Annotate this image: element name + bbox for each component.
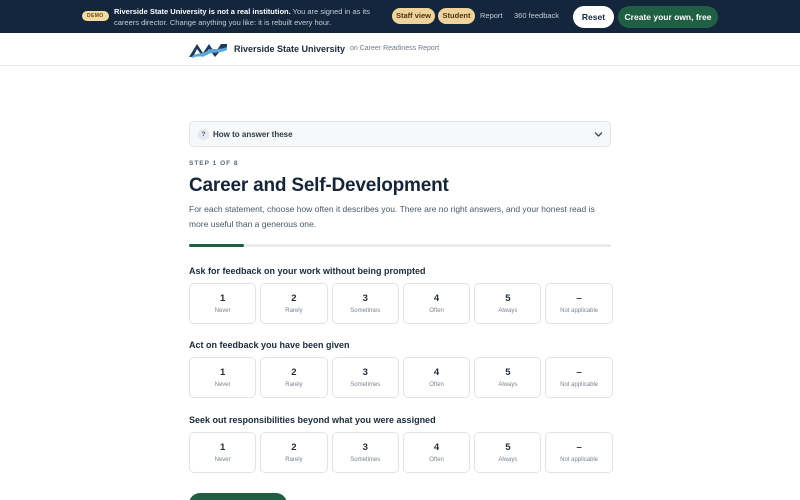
rating-options: 1 Never 2 Rarely 3 Sometimes 4 Often 5 Always… <box>189 432 613 473</box>
progress-fill <box>189 244 244 247</box>
option-value: 4 <box>433 367 440 378</box>
option-label: Never <box>214 457 231 463</box>
option-label: Never <box>214 308 231 314</box>
university-logo-icon[interactable] <box>189 41 227 58</box>
rating-option-4[interactable]: 4 Often <box>402 357 471 398</box>
question-text: Ask for feedback on your work without be… <box>189 266 426 276</box>
how-to-answer-accordion[interactable]: ? How to answer these <box>189 121 611 147</box>
option-value: 1 <box>220 293 226 304</box>
option-label: Often <box>429 382 444 388</box>
rating-option-3[interactable]: 3 Sometimes <box>331 357 399 398</box>
demo-banner: DEMO Riverside State University is not a… <box>0 0 800 33</box>
page-title: Career and Self-Development <box>189 175 449 196</box>
option-value: 2 <box>291 442 297 453</box>
option-value: 2 <box>291 367 297 378</box>
question-text: Act on feedback you have been given <box>189 340 350 350</box>
option-value: 4 <box>433 293 440 304</box>
reset-button[interactable]: Reset <box>573 6 614 28</box>
report-subtitle: on Career Readiness Report <box>350 45 440 52</box>
option-label: Not applicable <box>560 382 599 388</box>
option-value: – <box>576 442 582 453</box>
progress-bar <box>189 244 611 247</box>
option-value: 3 <box>362 442 368 453</box>
option-value: – <box>576 293 582 304</box>
option-label: Sometimes <box>350 308 381 314</box>
question-item: Ask for feedback on your work without be… <box>189 264 613 324</box>
option-label: Always <box>498 382 518 388</box>
option-label: Always <box>498 308 518 314</box>
demo-message: Riverside State University is not a real… <box>114 6 384 28</box>
rating-option-5[interactable]: 5 Always <box>474 283 542 324</box>
question-icon: ? <box>198 129 209 140</box>
rating-option-2[interactable]: 2 Rarely <box>260 357 328 398</box>
rating-option-1[interactable]: 1 Never <box>189 283 257 324</box>
chevron-down-icon <box>594 132 603 137</box>
option-value: 3 <box>362 367 368 378</box>
option-value: 5 <box>505 367 511 378</box>
rating-option-3[interactable]: 3 Sometimes <box>331 283 399 324</box>
option-label: Never <box>214 382 231 388</box>
option-value: 1 <box>220 442 226 453</box>
question-item: Seek out responsibilities beyond what yo… <box>189 413 613 473</box>
report-link[interactable]: Report <box>480 8 503 24</box>
create-your-own-button[interactable]: Create your own, free <box>618 6 718 28</box>
question-text: Seek out responsibilities beyond what yo… <box>189 415 436 425</box>
question-item: Act on feedback you have been given 1 Nev… <box>189 338 613 398</box>
rating-option-not-applicable[interactable]: – Not applicable <box>545 432 613 473</box>
option-label: Often <box>429 457 444 463</box>
rating-option-1[interactable]: 1 Never <box>189 357 257 398</box>
rating-option-5[interactable]: 5 Always <box>474 432 542 473</box>
rating-option-3[interactable]: 3 Sometimes <box>331 432 399 473</box>
staff-view-button[interactable]: Staff view <box>392 8 435 24</box>
option-label: Not applicable <box>560 457 599 463</box>
student-view-button[interactable]: Student <box>438 8 475 24</box>
institution-name[interactable]: Riverside State University <box>234 44 345 54</box>
rating-options: 1 Never 2 Rarely 3 Sometimes 4 Often 5 Always… <box>189 283 613 324</box>
option-label: Sometimes <box>350 382 381 388</box>
option-label: Always <box>498 457 518 463</box>
rating-option-4[interactable]: 4 Often <box>402 432 471 473</box>
option-label: Rarely <box>285 457 303 463</box>
option-label: Often <box>429 308 444 314</box>
option-value: 3 <box>362 293 368 304</box>
step-indicator: STEP 1 OF 8 <box>189 160 239 167</box>
rating-options: 1 Never 2 Rarely 3 Sometimes 4 Often 5 Always… <box>189 357 613 398</box>
option-label: Rarely <box>285 308 303 314</box>
option-value: 2 <box>291 293 297 304</box>
demo-badge: DEMO <box>82 11 109 21</box>
rating-option-1[interactable]: 1 Never <box>189 432 257 473</box>
step-description: For each statement, choose how often it … <box>189 204 595 229</box>
option-value: 5 <box>505 293 511 304</box>
rating-option-not-applicable[interactable]: – Not applicable <box>545 357 613 398</box>
rating-option-2[interactable]: 2 Rarely <box>260 283 328 324</box>
option-label: Not applicable <box>560 308 599 314</box>
site-header: Riverside State University on Career Rea… <box>0 33 800 66</box>
option-label: Sometimes <box>350 457 381 463</box>
option-value: 5 <box>505 442 511 453</box>
rating-option-4[interactable]: 4 Often <box>402 283 471 324</box>
option-value: 1 <box>220 367 226 378</box>
rating-option-5[interactable]: 5 Always <box>474 357 542 398</box>
demo-headline: Riverside State University is not a real… <box>114 7 291 16</box>
rating-option-2[interactable]: 2 Rarely <box>260 432 328 473</box>
feedback-360-link[interactable]: 360 feedback <box>514 8 559 24</box>
accordion-label: How to answer these <box>213 130 293 139</box>
option-label: Rarely <box>285 382 303 388</box>
option-value: 4 <box>433 442 440 453</box>
rating-option-not-applicable[interactable]: – Not applicable <box>545 283 613 324</box>
next-step-button[interactable] <box>189 493 287 500</box>
option-value: – <box>576 367 582 378</box>
